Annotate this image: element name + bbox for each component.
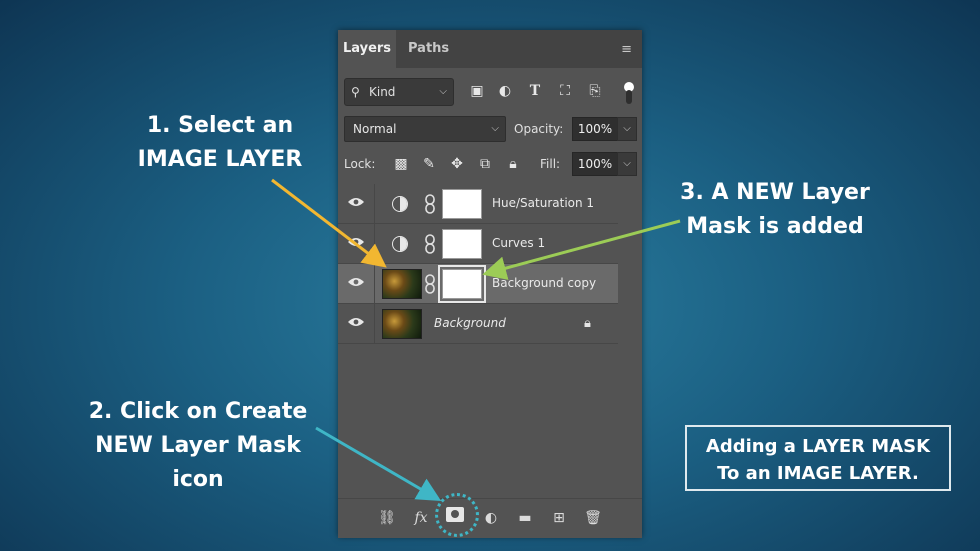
layer-image-thumbnail[interactable] [382,309,422,339]
layer-mask-thumbnail[interactable] [438,265,486,303]
opacity-field[interactable]: 100% [572,117,618,141]
chevron-down-icon: ⌵ [439,86,447,97]
layer-name: Background copy [492,276,597,290]
annotation-step1: 1. Select an IMAGE LAYER [110,109,330,177]
info-line: Adding a LAYER MASK [705,436,931,457]
panel-tabs: Layers Paths ≡ [338,30,642,68]
annotation-line: 2. Click on Create [88,399,308,424]
annotation-step3: 3. A NEW Layer Mask is added [660,176,890,244]
blend-row: Normal ⌵ Opacity: 100% ⌵ [344,116,637,142]
opacity-chevron-icon[interactable]: ⌵ [617,117,637,141]
layers-bottom-toolbar: ⛓ fx ◐ ▬ ⊞ 🗑︎ [338,493,642,538]
link-icon[interactable]: ⛓ [376,507,398,529]
eye-icon [348,278,364,286]
annotation-line: icon [172,467,224,492]
visibility-toggle[interactable] [338,184,375,223]
eye-icon [348,198,364,206]
visibility-toggle[interactable] [338,304,375,343]
tab-layers[interactable]: Layers [338,30,396,68]
lock-label: Lock: [344,157,376,171]
blend-mode-select[interactable]: Normal ⌵ [344,116,506,142]
layer-row-background-copy[interactable]: Background copy [338,264,618,304]
adjustment-filter-icon[interactable]: ◐ [494,78,516,104]
lock-artboard-icon[interactable]: ⧉ [474,151,496,177]
lock-row: Lock: ▩ ✎ ✥ ⧉ 🔒︎ Fill: 100% ⌵ [344,151,637,177]
chain-link-icon[interactable] [424,194,436,214]
fill-field[interactable]: 100% [572,152,618,176]
kind-filter-label: Kind [369,85,396,99]
layer-name: Curves 1 [492,236,546,250]
new-layer-icon[interactable]: ⊞ [548,507,570,529]
search-icon: ⚲ [351,85,360,99]
lock-all-icon[interactable]: 🔒︎ [502,151,524,177]
annotation-line: 1. Select an [146,113,294,138]
smart-object-filter-icon[interactable]: ⎘ [584,78,606,104]
chevron-down-icon: ⌵ [491,123,499,134]
panel-menu-icon[interactable]: ≡ [621,42,632,57]
adjustment-layer-icon [392,236,408,252]
adjustment-layer-icon [392,196,408,212]
annotation-step2: 2. Click on Create NEW Layer Mask icon [68,395,328,497]
visibility-toggle[interactable] [338,264,375,303]
visibility-toggle[interactable] [338,224,375,263]
opacity-label: Opacity: [514,122,564,136]
filter-toggle-track [626,90,632,104]
fill-label: Fill: [540,157,561,171]
folder-icon[interactable]: ▬ [514,507,536,529]
layer-name: Hue/Saturation 1 [492,196,595,210]
tab-paths[interactable]: Paths [408,30,449,68]
shape-filter-icon[interactable]: ⛶ [554,78,576,104]
annotation-line: 3. A NEW Layer [680,180,870,205]
annotation-line: NEW Layer Mask [95,433,301,458]
blend-mode-value: Normal [353,122,397,136]
fill-chevron-icon[interactable]: ⌵ [617,152,637,176]
lock-transparency-icon[interactable]: ▩ [390,151,412,177]
layers-panel: Layers Paths ≡ ⚲ Kind ⌵ ▣ ◐ T ⛶ ⎘ Normal… [338,30,642,538]
chain-link-icon[interactable] [424,234,436,254]
chain-link-icon[interactable] [424,274,436,294]
kind-filter-select[interactable]: ⚲ Kind ⌵ [344,78,454,106]
type-filter-icon[interactable]: T [524,78,546,104]
layer-image-thumbnail[interactable] [382,269,422,299]
highlight-circle [435,493,479,537]
eye-icon [348,318,364,326]
fx-icon[interactable]: fx [410,507,432,529]
layer-row-curves[interactable]: Curves 1 [338,224,618,264]
lock-pixels-icon[interactable]: ✎ [418,151,440,177]
trash-icon[interactable]: 🗑︎ [582,507,604,529]
info-box: Adding a LAYER MASK To an IMAGE LAYER. [685,425,951,491]
annotation-line: Mask is added [686,214,864,239]
adjustment-icon[interactable]: ◐ [480,507,502,529]
layer-name: Background [434,316,506,330]
pixel-filter-icon[interactable]: ▣ [466,78,488,104]
layer-row-hue-saturation[interactable]: Hue/Saturation 1 [338,184,618,224]
layer-mask-thumbnail[interactable] [442,189,482,219]
info-line: To an IMAGE LAYER. [717,463,919,484]
lock-position-icon[interactable]: ✥ [446,151,468,177]
eye-icon [348,238,364,246]
lock-icon[interactable]: 🔒︎ [584,316,591,331]
layer-mask-thumbnail[interactable] [442,229,482,259]
annotation-line: IMAGE LAYER [137,147,303,172]
layer-row-background[interactable]: Background 🔒︎ [338,304,618,344]
